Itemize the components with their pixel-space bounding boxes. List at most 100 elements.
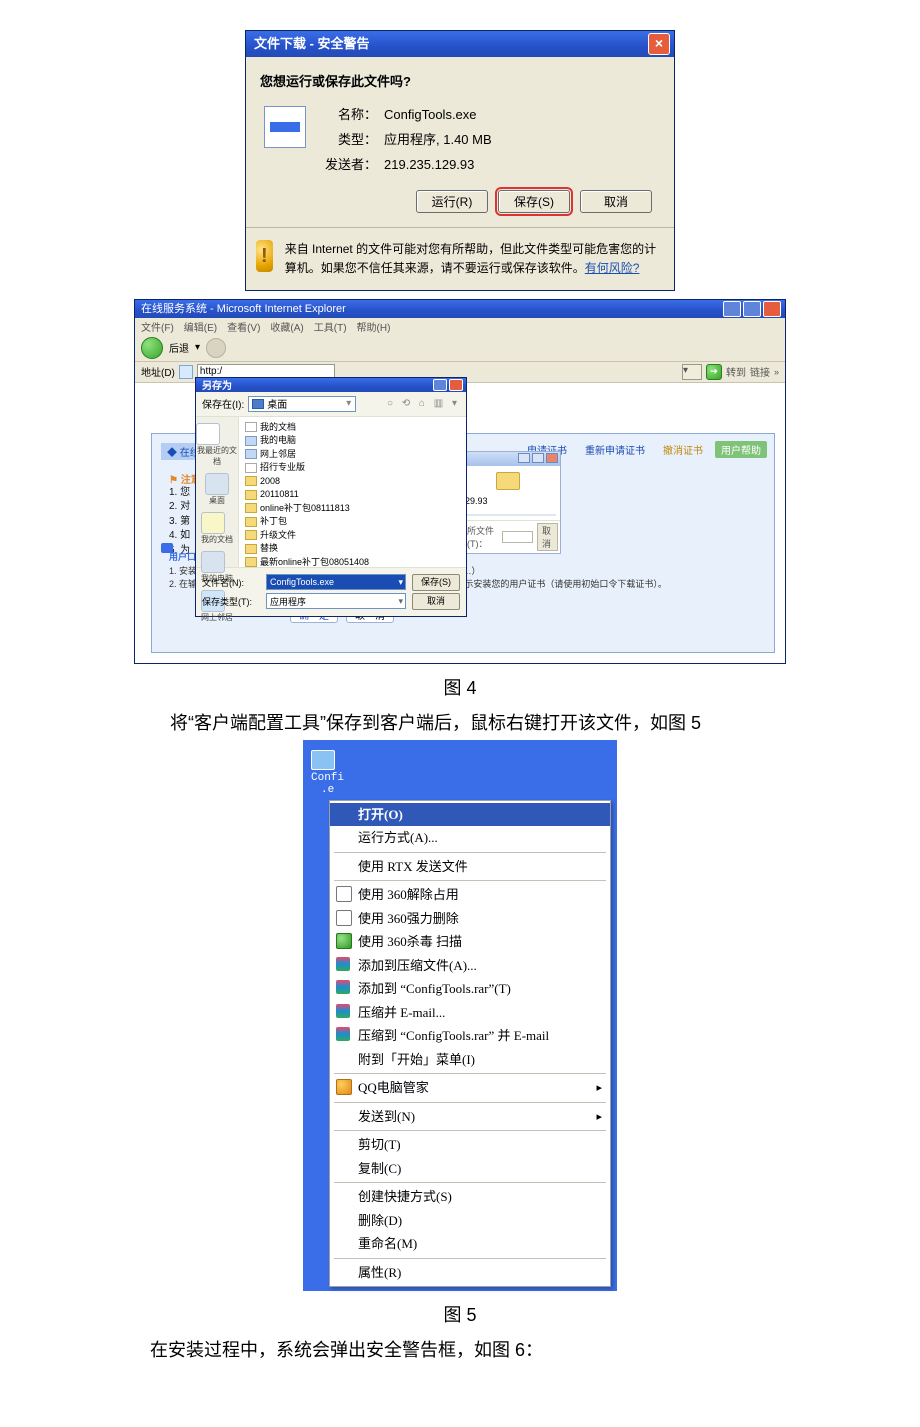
- maximize-icon[interactable]: [532, 453, 544, 463]
- place-icon: [245, 449, 257, 459]
- file-item[interactable]: 最新online补丁包08051408: [245, 556, 460, 567]
- rar-icon: [336, 980, 350, 994]
- file-item[interactable]: 我的电脑: [245, 434, 460, 448]
- shield-icon: !: [256, 240, 273, 272]
- saveas-save-button[interactable]: 保存(S): [412, 574, 460, 591]
- file-item[interactable]: 升级文件: [245, 529, 460, 543]
- file-item[interactable]: 补丁包: [245, 515, 460, 529]
- close-icon: [763, 301, 781, 317]
- menu-item[interactable]: 创建快捷方式(S): [330, 1185, 610, 1209]
- folder-icon: [245, 517, 257, 527]
- saveas-cancel-button[interactable]: 取消: [412, 593, 460, 610]
- caption-fig5: 图 5: [0, 1291, 920, 1333]
- file-item[interactable]: 替换: [245, 542, 460, 556]
- file-item[interactable]: online补丁包08111813: [245, 502, 460, 516]
- menu-separator: [334, 880, 606, 881]
- menu-item[interactable]: 使用 360强力删除: [330, 907, 610, 931]
- go-label: 转到: [726, 364, 746, 379]
- window-buttons[interactable]: [723, 301, 781, 317]
- qq-icon: [336, 1079, 352, 1095]
- forward-icon[interactable]: [206, 338, 226, 358]
- sh-icon: [336, 933, 352, 949]
- menu-item[interactable]: 添加到压缩文件(A)...: [330, 954, 610, 978]
- close-icon[interactable]: [449, 379, 463, 391]
- download-dialog-title: 文件下载 - 安全警告 ×: [246, 31, 674, 57]
- file-item[interactable]: 网上邻居: [245, 448, 460, 462]
- back-label: 后退: [169, 340, 189, 355]
- file-list[interactable]: 我的文档我的电脑网上邻居招行专业版200820110811online补丁包08…: [238, 417, 466, 567]
- nav-folder-icon: [201, 512, 225, 534]
- nav-folder-icon: [201, 551, 225, 573]
- minimize-icon: [723, 301, 741, 317]
- saveas-nav-item[interactable]: 我最近的文档: [196, 423, 238, 467]
- ie-menubar[interactable]: 文件(F) 编辑(E) 查看(V) 收藏(A) 工具(T) 帮助(H): [135, 318, 785, 335]
- run-button[interactable]: 运行(R): [416, 190, 488, 213]
- menu-item[interactable]: 使用 360杀毒 扫描: [330, 930, 610, 954]
- folder-icon: [245, 476, 257, 486]
- saveas-nav-item[interactable]: 桌面: [205, 473, 229, 506]
- context-menu[interactable]: 打开(O)运行方式(A)... 使用 RTX 发送文件使用 360解除占用使用 3…: [329, 800, 611, 1288]
- menu-item[interactable]: 重命名(M): [330, 1232, 610, 1256]
- close-icon[interactable]: ×: [648, 33, 670, 55]
- ie-content: 另存为 保存在(I): 桌面▾ ○ ⟲ ⌂ ▥ ▾ 我最近的文档桌面我的文档我的…: [135, 383, 785, 663]
- ie-toolbar[interactable]: 后退 ▾: [135, 335, 785, 362]
- download-question: 您想运行或保存此文件吗?: [260, 71, 660, 90]
- download-dialog-title-text: 文件下载 - 安全警告: [254, 31, 370, 57]
- folder-icon: [245, 490, 257, 500]
- address-label: 地址(D): [141, 364, 175, 379]
- menu-item[interactable]: 压缩并 E-mail...: [330, 1001, 610, 1025]
- mini-input[interactable]: [502, 531, 533, 543]
- place-icon: [245, 422, 257, 432]
- menu-item[interactable]: 删除(D): [330, 1209, 610, 1233]
- back-icon[interactable]: [141, 337, 163, 359]
- save-toolbar-icons[interactable]: ○ ⟲ ⌂ ▥ ▾: [387, 398, 460, 409]
- save-in-combo[interactable]: 桌面▾: [248, 396, 356, 412]
- menu-separator: [334, 1073, 606, 1074]
- cancel-button[interactable]: 取消: [580, 190, 652, 213]
- attention-icon: ⚑: [169, 475, 181, 486]
- mini-ip: 129.93: [460, 496, 556, 506]
- links-label: 链接: [750, 364, 770, 379]
- menu-item[interactable]: 属性(R): [330, 1261, 610, 1285]
- menu-item[interactable]: QQ电脑管家▸: [330, 1076, 610, 1100]
- file-item[interactable]: 我的文档: [245, 421, 460, 435]
- folder-icon: [496, 472, 520, 490]
- minimize-icon[interactable]: [518, 453, 530, 463]
- file-item[interactable]: 20110811: [245, 488, 460, 502]
- go-icon[interactable]: [706, 364, 722, 380]
- menu-separator: [334, 1130, 606, 1131]
- menu-item[interactable]: 添加到 “ConfigTools.rar”(T): [330, 977, 610, 1001]
- file-item[interactable]: 招行专业版: [245, 461, 460, 475]
- folder-icon: [245, 530, 257, 540]
- menu-item[interactable]: 使用 RTX 发送文件: [330, 855, 610, 879]
- risk-link[interactable]: 有何风险?: [585, 261, 640, 275]
- menu-item[interactable]: 打开(O): [330, 803, 610, 827]
- menu-item[interactable]: 使用 360解除占用: [330, 883, 610, 907]
- close-icon[interactable]: [546, 453, 558, 463]
- help-icon[interactable]: [433, 379, 447, 391]
- rar-icon: [336, 1027, 350, 1041]
- menu-item[interactable]: 压缩到 “ConfigTools.rar” 并 E-mail: [330, 1024, 610, 1048]
- menu-item[interactable]: 复制(C): [330, 1157, 610, 1181]
- mini-cancel[interactable]: 取消: [537, 523, 558, 551]
- desktop-file-icon[interactable]: Confi .e: [307, 744, 613, 800]
- place-icon: [245, 463, 257, 473]
- save-button[interactable]: 保存(S): [498, 190, 570, 213]
- save-as-nav[interactable]: 我最近的文档桌面我的文档我的电脑网上邻居: [196, 417, 238, 567]
- exe-icon: [311, 750, 335, 770]
- menu-item[interactable]: 剪切(T): [330, 1133, 610, 1157]
- filetype-select[interactable]: 应用程序: [266, 593, 406, 609]
- ie-titlebar: 在线服务系统 - Microsoft Internet Explorer: [135, 300, 785, 318]
- tr-icon: [336, 910, 352, 926]
- submenu-arrow-icon: ▸: [596, 1109, 602, 1126]
- menu-item[interactable]: 运行方式(A)...: [330, 826, 610, 850]
- addr-dropdown[interactable]: ▾: [682, 364, 702, 380]
- menu-item[interactable]: 发送到(N)▸: [330, 1105, 610, 1129]
- warning-text: 来自 Internet 的文件可能对您有所帮助，但此文件类型可能危害您的计算机。…: [285, 240, 664, 277]
- saveas-nav-item[interactable]: 我的文档: [201, 512, 233, 545]
- submenu-arrow-icon: ▸: [596, 1080, 602, 1097]
- filename-input[interactable]: ConfigTools.exe: [266, 574, 406, 590]
- menu-item[interactable]: 附到「开始」菜单(I): [330, 1048, 610, 1072]
- file-item[interactable]: 2008: [245, 475, 460, 489]
- file-sender: 219.235.129.93: [383, 154, 493, 177]
